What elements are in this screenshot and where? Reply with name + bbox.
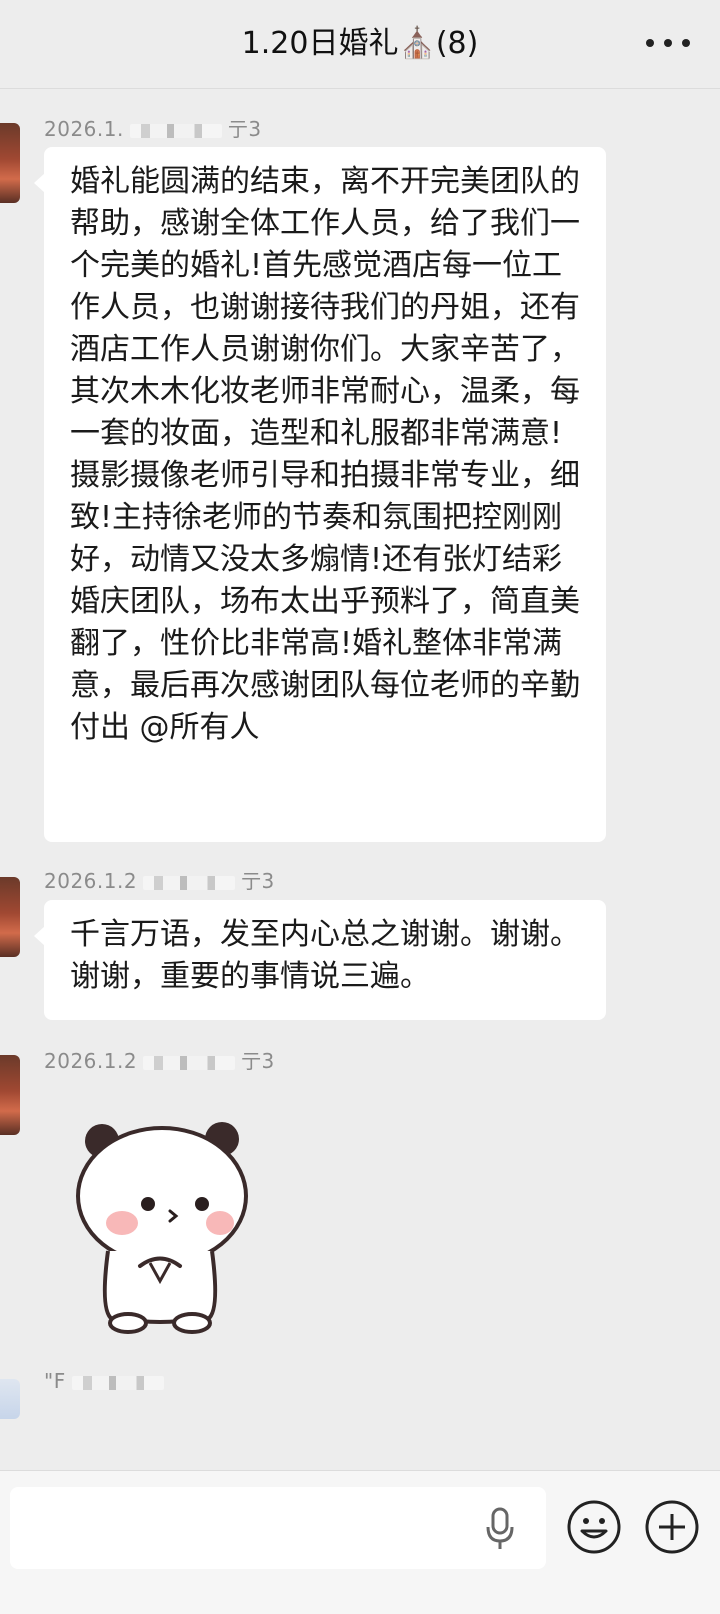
input-bar: [0, 1470, 720, 1614]
chat-header: 1.20日婚礼⛪(8): [0, 0, 720, 89]
redaction: [71, 1375, 164, 1390]
message-meta-suffix: 亍3: [241, 869, 275, 893]
message-bubble[interactable]: 婚礼能圆满的结束，离不开完美团队的帮助，感谢全体工作人员，给了我们一个完美的婚礼…: [34, 147, 606, 842]
redaction: [129, 123, 222, 138]
avatar[interactable]: [0, 1055, 20, 1135]
message-meta: 2026.1.2 亍3: [44, 1045, 275, 1074]
message-meta-prefix: "F: [44, 1369, 66, 1393]
plus-icon[interactable]: [644, 1499, 700, 1555]
redaction: [143, 1055, 236, 1070]
message-input[interactable]: [10, 1487, 546, 1569]
message-meta-suffix: 亍3: [241, 1049, 275, 1073]
message-meta-suffix: 亍3: [227, 117, 262, 141]
avatar[interactable]: [0, 123, 20, 203]
message-meta: 2026.1. 亍3: [44, 113, 262, 142]
emoji-icon[interactable]: [566, 1499, 622, 1555]
message-list[interactable]: 2026.1. 亍3 婚礼能圆满的结束，离不开完美团队的帮助，感谢全体工作人员，给…: [0, 89, 720, 1469]
message-meta: 2026.1.2 亍3: [44, 865, 275, 894]
mic-icon[interactable]: [484, 1507, 516, 1551]
redaction: [143, 875, 236, 890]
message-bubble[interactable]: 千言万语，发至内心总之谢谢。谢谢。谢谢，重要的事情说三遍。: [34, 900, 606, 1020]
message-meta-prefix: 2026.1.2: [44, 869, 138, 893]
message-meta-prefix: 2026.1.2: [44, 1049, 138, 1073]
more-icon[interactable]: [646, 36, 690, 50]
message-meta: "F: [44, 1369, 170, 1393]
message-text: 千言万语，发至内心总之谢谢。谢谢。谢谢，重要的事情说三遍。: [70, 917, 580, 994]
avatar[interactable]: [0, 1379, 20, 1419]
panda-sticker[interactable]: [70, 1111, 250, 1336]
chat-title: 1.20日婚礼⛪(8): [241, 26, 479, 61]
avatar[interactable]: [0, 877, 20, 957]
message-text: 婚礼能圆满的结束，离不开完美团队的帮助，感谢全体工作人员，给了我们一个完美的婚礼…: [70, 164, 580, 745]
message-meta-prefix: 2026.1.: [44, 117, 124, 141]
